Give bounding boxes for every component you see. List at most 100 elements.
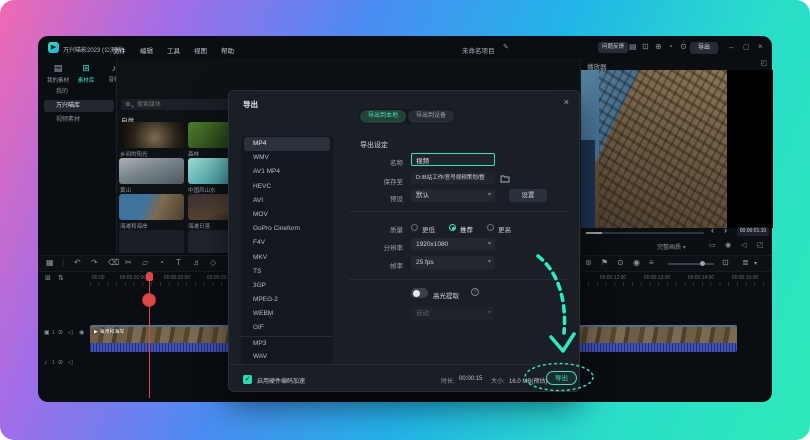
minimize-icon[interactable]: – <box>729 44 733 52</box>
format-item[interactable]: 3GP <box>241 279 333 293</box>
help-icon[interactable]: ? <box>471 288 479 296</box>
fullscreen-icon[interactable]: ◰ <box>757 242 764 249</box>
rename-project-icon[interactable]: ✎ <box>503 44 509 51</box>
maximize-icon[interactable]: ▢ <box>743 44 750 51</box>
snapshot-icon[interactable]: ◉ <box>725 242 731 249</box>
zoom-slider-handle[interactable] <box>700 261 705 266</box>
text-tool-icon[interactable]: T <box>176 259 181 267</box>
video-visibility-icon[interactable]: ◉ <box>79 330 84 336</box>
zoom-fit-icon[interactable]: ⊡ <box>722 259 729 267</box>
adjust-tracks-icon[interactable]: ⇅ <box>58 275 64 282</box>
marker-icon[interactable]: ⚑ <box>601 259 608 267</box>
track-height-caret-icon[interactable]: ▾ <box>754 261 757 267</box>
detach-player-icon[interactable]: ◰ <box>760 60 767 67</box>
format-item[interactable]: MPEG-2 <box>241 293 333 307</box>
sidebar-item-mine[interactable]: 我的 <box>44 86 114 98</box>
resources-icon[interactable]: ⊕ <box>655 43 662 51</box>
audio-mute-icon[interactable]: ◁ <box>68 360 73 366</box>
format-item[interactable]: F4V <box>241 236 333 250</box>
format-item[interactable]: GIF <box>241 321 333 335</box>
display-mode-icon[interactable]: ▭ <box>709 242 716 249</box>
delete-icon[interactable]: ⌫ <box>108 259 119 267</box>
header-export-button[interactable]: 导出 <box>690 42 718 54</box>
playback-quality-dropdown[interactable]: 完整画质 ▾ <box>657 242 686 251</box>
format-item[interactable]: MKV <box>241 251 333 265</box>
fps-dropdown[interactable]: 25 fps▾ <box>411 256 495 269</box>
preset-dropdown[interactable]: 默认▾ <box>411 189 495 202</box>
dialog-close-icon[interactable]: × <box>564 98 569 107</box>
workspace-layout-icon[interactable]: ▤ <box>629 43 637 51</box>
quality-radio-high[interactable] <box>487 224 494 231</box>
save-path-field[interactable]: D:/B站工作/官号视频策划/整 <box>411 172 495 184</box>
quality-radio-recommended[interactable] <box>449 224 456 231</box>
format-item[interactable]: MOV <box>241 208 333 222</box>
next-frame-icon[interactable]: › <box>724 226 727 235</box>
volume-icon[interactable]: ◁ <box>741 242 746 249</box>
format-item[interactable]: MP3 <box>241 336 333 350</box>
split-icon[interactable]: ✂ <box>125 259 132 267</box>
camera-snapshot-icon[interactable]: ◉ <box>633 259 640 267</box>
sidebar-item-video[interactable]: 视频素材 <box>44 114 114 126</box>
manage-tracks-icon[interactable]: ⊞ <box>45 275 51 282</box>
folder-icon[interactable] <box>500 174 510 183</box>
crop-icon[interactable]: ▱ <box>142 259 148 267</box>
format-item[interactable]: WMV <box>241 151 333 165</box>
export-button[interactable]: 导出 <box>546 371 577 385</box>
media-thumb-huangshan[interactable] <box>119 158 184 184</box>
media-thumb-coast[interactable] <box>119 194 184 220</box>
preset-settings-button[interactable]: 设置 <box>509 189 547 202</box>
redo-icon[interactable]: ↷ <box>91 259 98 267</box>
account-icon[interactable]: ⊙ <box>680 43 687 51</box>
video-mute-icon[interactable]: ◁ <box>68 330 73 336</box>
audio-lock-icon[interactable]: ⊘ <box>58 360 63 366</box>
format-item[interactable]: MP4 <box>244 137 330 151</box>
tab-export-local[interactable]: 导出到本地 <box>360 110 406 123</box>
format-item[interactable]: AV1 MP4 <box>241 165 333 179</box>
close-window-icon[interactable]: × <box>758 43 763 51</box>
render-preview-icon[interactable]: ⊛ <box>585 259 592 267</box>
highlight-toggle[interactable] <box>411 288 428 298</box>
menu-view[interactable]: 视图 <box>194 48 207 55</box>
quality-high-label[interactable]: 更高 <box>498 224 511 234</box>
format-item[interactable]: HEVC <box>241 180 333 194</box>
media-view-icon[interactable]: ▦ <box>46 259 54 267</box>
voiceover-icon[interactable]: ⊙ <box>617 259 624 267</box>
audio-adjust-icon[interactable]: ♬ <box>193 259 201 267</box>
hw-accel-checkbox[interactable]: ✓ <box>243 375 252 384</box>
project-name[interactable]: 未命名项目 <box>462 45 495 55</box>
quality-radio-low[interactable] <box>411 224 418 231</box>
playhead-pin[interactable] <box>146 272 153 281</box>
media-thumb-sunlight[interactable] <box>119 122 184 148</box>
sidebar-item-stock[interactable]: 万兴喵库 <box>44 100 114 112</box>
format-item[interactable]: AVI <box>241 194 333 208</box>
seek-bar[interactable] <box>586 232 704 234</box>
prev-frame-icon[interactable]: ‹ <box>711 226 714 235</box>
menu-tools[interactable]: 工具 <box>167 48 180 55</box>
menu-help[interactable]: 帮助 <box>221 48 234 55</box>
timeline-zoom-slider[interactable] <box>668 263 714 265</box>
track-height-icon[interactable]: ≣ <box>742 259 749 267</box>
media-thumb-partial[interactable] <box>119 230 184 253</box>
export-name-input[interactable] <box>411 153 495 166</box>
tab-export-device[interactable]: 导出到设备 <box>408 110 454 123</box>
keyframe-icon[interactable]: ◇ <box>210 259 216 267</box>
playhead-line[interactable] <box>149 272 151 398</box>
quality-low-label[interactable]: 更低 <box>422 224 435 234</box>
quality-recommended-label[interactable]: 推荐 <box>460 224 473 234</box>
undo-icon[interactable]: ↶ <box>74 259 81 267</box>
format-item[interactable]: GoPro Cineform <box>241 222 333 236</box>
playhead-handle[interactable] <box>142 293 156 307</box>
video-lock-icon[interactable]: ⊘ <box>58 330 63 336</box>
format-item[interactable]: WAV <box>241 350 333 364</box>
resolution-dropdown[interactable]: 1920x1080▾ <box>411 238 495 251</box>
format-item[interactable]: TS <box>241 265 333 279</box>
fps-label: 帧率 <box>343 260 403 270</box>
menu-file[interactable]: 文件 <box>113 48 126 55</box>
save-draft-icon[interactable]: ⊡ <box>642 43 649 51</box>
menu-edit[interactable]: 编辑 <box>140 48 153 55</box>
feedback-button[interactable]: 问题反馈 <box>598 42 628 53</box>
format-item[interactable]: WEBM <box>241 307 333 321</box>
notifications-icon[interactable]: ◔ <box>668 43 673 51</box>
speed-icon[interactable]: ◔ <box>159 259 164 267</box>
mixer-icon[interactable]: ≡ <box>649 259 654 267</box>
